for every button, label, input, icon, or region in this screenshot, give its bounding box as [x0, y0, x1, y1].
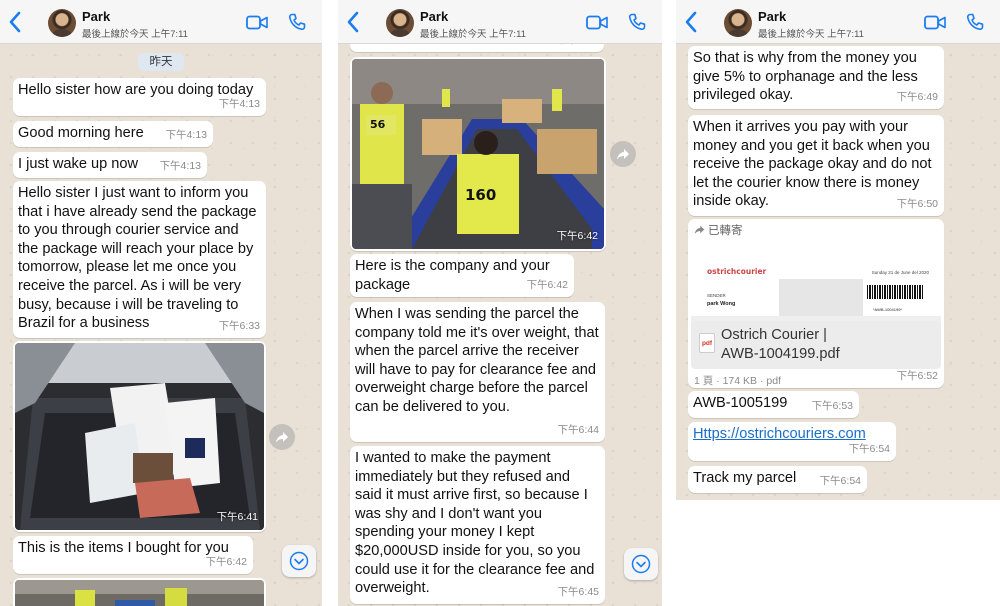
- message-time: 下午6:42: [526, 279, 568, 292]
- back-chevron-icon[interactable]: [346, 11, 360, 33]
- back-chevron-icon[interactable]: [8, 11, 22, 33]
- message-time: 下午6:52: [896, 370, 938, 383]
- scroll-to-bottom-button[interactable]: [282, 545, 316, 577]
- message-time: 下午6:42: [205, 556, 247, 569]
- contact-name[interactable]: Park: [758, 9, 786, 24]
- message-bubble[interactable]: I just wake up now 下午4:13: [13, 152, 207, 178]
- forward-icon: [617, 149, 629, 160]
- chat-panel-2: Park 最後上線於今天 上午7:11 下午6:42 56: [338, 0, 662, 606]
- chat-panel-3: Park 最後上線於今天 上午7:11 So that is why from …: [676, 0, 1000, 500]
- message-time: 下午4:13: [165, 129, 207, 142]
- pdf-file-row[interactable]: pdf Ostrich Courier | AWB-1004199.pdf: [691, 321, 941, 369]
- message-bubble[interactable]: When I was sending the parcel the compan…: [350, 302, 605, 442]
- photo-message[interactable]: 56 160 下午6:42: [350, 57, 606, 251]
- date-badge: 昨天: [138, 53, 184, 71]
- message-time: 下午6:33: [218, 320, 260, 333]
- message-time: 下午6:54: [848, 443, 890, 456]
- photo-message[interactable]: [13, 578, 266, 606]
- message-text: When I was sending the parcel the compan…: [355, 306, 599, 415]
- message-bubble[interactable]: Track my parcel 下午6:54: [688, 466, 867, 493]
- last-seen-status: 最後上線於今天 上午7:11: [758, 29, 864, 40]
- scroll-to-bottom-button[interactable]: [624, 548, 658, 580]
- video-call-icon[interactable]: [586, 15, 608, 30]
- warehouse-conveyor-photo[interactable]: 56 160 下午6:42: [352, 59, 604, 249]
- pdf-file-name: Ostrich Courier | AWB-1004199.pdf: [721, 327, 840, 362]
- message-time: 下午6:54: [819, 475, 861, 488]
- chat-header: Park 最後上線於今天 上午7:11: [0, 0, 322, 44]
- pdf-file-icon: pdf: [699, 333, 715, 353]
- chat-header: Park 最後上線於今天 上午7:11: [676, 0, 1000, 44]
- contact-name[interactable]: Park: [82, 9, 110, 24]
- sender-name: park Wong: [707, 301, 736, 307]
- message-bubble[interactable]: I wanted to make the payment immediately…: [350, 446, 605, 604]
- message-time: 下午4:13: [159, 160, 201, 173]
- forwarded-label: 已轉寄: [694, 222, 743, 241]
- courier-logo-text: ostrichcourier: [707, 267, 767, 276]
- redacted-area: [779, 279, 863, 317]
- document-message[interactable]: 已轉寄 ostrichcourier Sunday 21 de June del…: [688, 219, 944, 388]
- car-trunk-photo[interactable]: 下午6:41: [15, 343, 264, 530]
- message-time: 下午6:50: [896, 198, 938, 211]
- message-bubble[interactable]: Here is the company and your package 下午6…: [350, 254, 574, 297]
- message-time: 下午6:45: [557, 586, 599, 599]
- last-seen-status: 最後上線於今天 上午7:11: [420, 29, 526, 40]
- message-text: Hello sister I just want to inform you t…: [18, 185, 257, 332]
- document-date: Sunday 21 de June del 2020: [871, 270, 929, 275]
- barcode: [867, 285, 923, 299]
- message-bubble[interactable]: Hello sister I just want to inform you t…: [13, 181, 266, 338]
- last-seen-status: 最後上線於今天 上午7:11: [82, 29, 188, 40]
- phone-call-icon[interactable]: [288, 13, 306, 31]
- avatar[interactable]: [48, 9, 76, 37]
- document-meta: 1 頁 · 174 KB · pdf: [694, 375, 781, 387]
- phone-call-icon[interactable]: [966, 13, 984, 31]
- back-chevron-icon[interactable]: [684, 11, 698, 33]
- chevron-down-circle-icon: [289, 551, 309, 571]
- message-time: 下午6:53: [811, 400, 853, 413]
- message-time: 下午6:49: [896, 91, 938, 104]
- video-call-icon[interactable]: [246, 15, 268, 30]
- message-bubble[interactable]: Hello sister how are you doing today 下午4…: [13, 78, 266, 116]
- photo-message[interactable]: 下午6:41: [13, 341, 266, 532]
- forward-button[interactable]: [269, 424, 295, 450]
- message-bubble[interactable]: Good morning here 下午4:13: [13, 121, 213, 147]
- warehouse-photo-preview[interactable]: [15, 580, 264, 606]
- photo-time: 下午6:41: [216, 511, 258, 524]
- chat-panel-1: Park 最後上線於今天 上午7:11 昨天 Hello sister how …: [0, 0, 322, 606]
- video-call-icon[interactable]: [924, 15, 946, 30]
- contact-name[interactable]: Park: [420, 9, 448, 24]
- forwarded-arrow-icon: [694, 225, 705, 234]
- message-time: 下午6:44: [557, 424, 599, 437]
- avatar[interactable]: [386, 9, 414, 37]
- svg-text:56: 56: [370, 118, 386, 131]
- phone-call-icon[interactable]: [628, 13, 646, 31]
- message-bubble[interactable]: AWB-1005199 下午6:53: [688, 391, 859, 418]
- chat-header: Park 最後上線於今天 上午7:11: [338, 0, 662, 44]
- forward-icon: [276, 432, 288, 443]
- svg-text:160: 160: [465, 186, 496, 204]
- message-bubble[interactable]: This is the items I bought for you 下午6:4…: [13, 536, 253, 574]
- message-bubble[interactable]: When it arrives you pay with your money …: [688, 115, 944, 216]
- message-text: I wanted to make the payment immediately…: [355, 450, 595, 597]
- message-bubble[interactable]: So that is why from the money you give 5…: [688, 46, 944, 109]
- photo-time: 下午6:42: [556, 230, 598, 243]
- forward-button[interactable]: [610, 141, 636, 167]
- chevron-down-circle-icon: [631, 554, 651, 574]
- avatar[interactable]: [724, 9, 752, 37]
- message-time: 下午4:13: [218, 98, 260, 111]
- message-bubble[interactable]: Https://ostrichcouriers.com 下午6:54: [688, 422, 896, 461]
